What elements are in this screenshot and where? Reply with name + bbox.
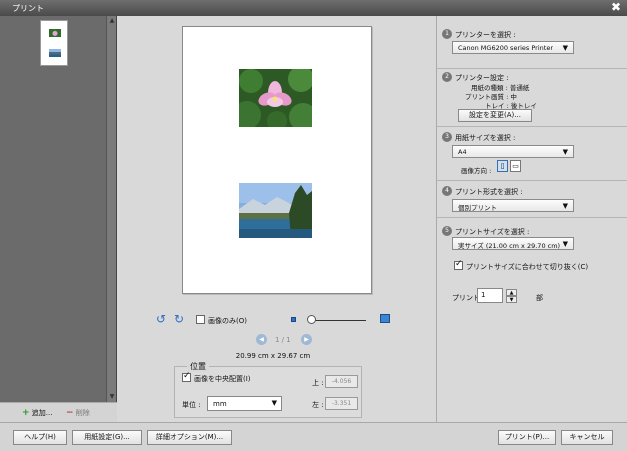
step-3-badge: 3 (442, 132, 452, 142)
settings-panel: 1 プリンターを選択 : Canon MG6200 series Printer… (436, 16, 627, 422)
print-format-dropdown[interactable]: 個別プリント ▼ (452, 199, 574, 212)
top-offset-label: 上 : (312, 379, 324, 387)
paper-size-title: 用紙サイズを選択 : (455, 134, 516, 142)
preview-controls: ↺ ↻ 画像のみ(O) (156, 313, 396, 327)
cancel-button[interactable]: キャンセル (561, 430, 613, 445)
chevron-down-icon: ▼ (271, 399, 277, 407)
thumbnail-scrollbar[interactable]: ▲ ▼ (106, 16, 116, 402)
print-size-title: プリントサイズを選択 : (455, 228, 530, 236)
dialog-footer: ヘルプ(H) 用紙設定(G)... 詳細オプション(M)... プリント(P).… (0, 422, 627, 451)
paper-size-value: A4 (458, 148, 467, 156)
scroll-up-icon[interactable]: ▲ (108, 17, 116, 25)
position-group: 位置 画像を中央配置(I) 単位 : mm ▼ 上 : -4.056 左 : -… (174, 361, 362, 418)
close-icon[interactable]: ✖ (611, 1, 621, 13)
step-1-badge: 1 (442, 29, 452, 39)
thumbnail-photo-lotus (49, 29, 61, 37)
title-bar: プリント ✖ (0, 0, 627, 16)
printer-value: Canon MG6200 series Printer (458, 44, 553, 52)
scroll-down-icon[interactable]: ▼ (108, 393, 116, 401)
add-label: 追加... (31, 409, 53, 417)
left-offset-field[interactable]: -3.351 (325, 397, 358, 410)
copies-input[interactable]: 1 (477, 288, 503, 303)
chevron-down-icon: ▼ (562, 44, 568, 52)
unit-value: mm (213, 400, 227, 408)
rotate-right-icon[interactable]: ↻ (174, 313, 184, 325)
thumbnail-panel: ▲ ▼ (0, 16, 117, 402)
plus-icon: + (22, 408, 30, 418)
page-dimensions: 20.99 cm x 29.67 cm (235, 352, 311, 360)
left-offset-label: 左 : (312, 401, 324, 409)
select-printer-title: プリンターを選択 : (455, 31, 516, 39)
page-navigator: ◀ 1 / 1 ▶ (256, 334, 316, 346)
change-settings-button[interactable]: 設定を変更(A)... (458, 109, 532, 122)
zoom-slider-track[interactable] (310, 320, 366, 321)
previous-page-icon[interactable]: ◀ (256, 334, 267, 345)
delete-label: 削除 (75, 409, 90, 417)
zoom-slider-handle[interactable] (307, 315, 316, 324)
add-button[interactable]: + 追加... (22, 408, 52, 418)
portrait-orientation-icon[interactable]: ▯ (497, 160, 508, 172)
chevron-down-icon: ▼ (562, 148, 568, 156)
printer-settings-section: 2 プリンター設定 : 用紙の種類 : 普通紙 プリント画質 : 中 トレイ :… (437, 69, 627, 127)
print-format-title: プリント形式を選択 : (455, 188, 523, 196)
landscape-orientation-icon[interactable]: ▭ (510, 160, 521, 172)
page-thumbnail[interactable] (40, 20, 68, 66)
help-button[interactable]: ヘルプ(H) (13, 430, 67, 445)
page-setup-button[interactable]: 用紙設定(G)... (72, 430, 142, 445)
print-format-section: 4 プリント形式を選択 : 個別プリント ▼ (437, 181, 627, 218)
step-2-badge: 2 (442, 72, 452, 82)
copies-increment-icon[interactable]: ▲ (506, 289, 517, 296)
center-image-label: 画像を中央配置(I) (194, 375, 251, 383)
window-title: プリント (12, 4, 44, 13)
unit-select[interactable]: mm ▼ (207, 396, 282, 411)
top-offset-field[interactable]: -4.056 (325, 375, 358, 388)
chevron-down-icon: ▼ (562, 202, 568, 210)
rotate-left-icon[interactable]: ↺ (156, 313, 166, 325)
more-options-button[interactable]: 詳細オプション(M)... (147, 430, 232, 445)
zoom-in-icon[interactable] (380, 314, 390, 323)
next-page-icon[interactable]: ▶ (301, 334, 312, 345)
thumbnail-footer: + 追加... − 削除 (0, 402, 117, 422)
print-size-dropdown[interactable]: 実サイズ (21.00 cm x 29.70 cm) ▼ (452, 237, 574, 250)
printer-dropdown[interactable]: Canon MG6200 series Printer ▼ (452, 41, 574, 54)
center-image-checkbox[interactable] (182, 371, 191, 382)
delete-button[interactable]: − 削除 (66, 408, 90, 418)
copies-label: プリント (452, 294, 480, 302)
print-format-value: 個別プリント (458, 204, 497, 212)
thumbnail-photo-lake (49, 49, 61, 57)
print-size-section: 5 プリントサイズを選択 : 実サイズ (21.00 cm x 29.70 cm… (437, 218, 627, 276)
zoom-out-icon[interactable] (291, 317, 296, 322)
page-preview (182, 26, 372, 294)
print-size-value: 実サイズ (21.00 cm x 29.70 cm) (458, 242, 561, 250)
crop-to-fit-checkbox[interactable] (454, 259, 463, 270)
preview-area: ↺ ↻ 画像のみ(O) ◀ 1 / 1 ▶ 20.99 cm x 29.67 c… (118, 16, 435, 422)
copies-unit: 部 (536, 294, 543, 302)
photo-lotus[interactable] (239, 69, 312, 127)
paper-size-dropdown[interactable]: A4 ▼ (452, 145, 574, 158)
minus-icon: − (66, 408, 74, 418)
copies-decrement-icon[interactable]: ▼ (506, 296, 517, 303)
orientation-label: 画像方向 : (461, 167, 492, 175)
crop-to-fit-label: プリントサイズに合わせて切り抜く(C) (466, 263, 589, 271)
photo-lake[interactable] (239, 183, 312, 238)
image-only-label: 画像のみ(O) (208, 317, 247, 325)
unit-label: 単位 : (182, 401, 201, 409)
chevron-down-icon: ▼ (562, 240, 568, 248)
select-printer-section: 1 プリンターを選択 : Canon MG6200 series Printer… (437, 29, 627, 69)
step-5-badge: 5 (442, 226, 452, 236)
preview-canvas (122, 16, 431, 306)
image-only-checkbox[interactable] (196, 315, 205, 324)
page-indicator: 1 / 1 (275, 336, 291, 344)
paper-size-section: 3 用紙サイズを選択 : A4 ▼ 画像方向 : ▯ ▭ (437, 127, 627, 181)
print-button[interactable]: プリント(P)... (498, 430, 556, 445)
thumbnail-list (0, 16, 107, 402)
step-4-badge: 4 (442, 186, 452, 196)
